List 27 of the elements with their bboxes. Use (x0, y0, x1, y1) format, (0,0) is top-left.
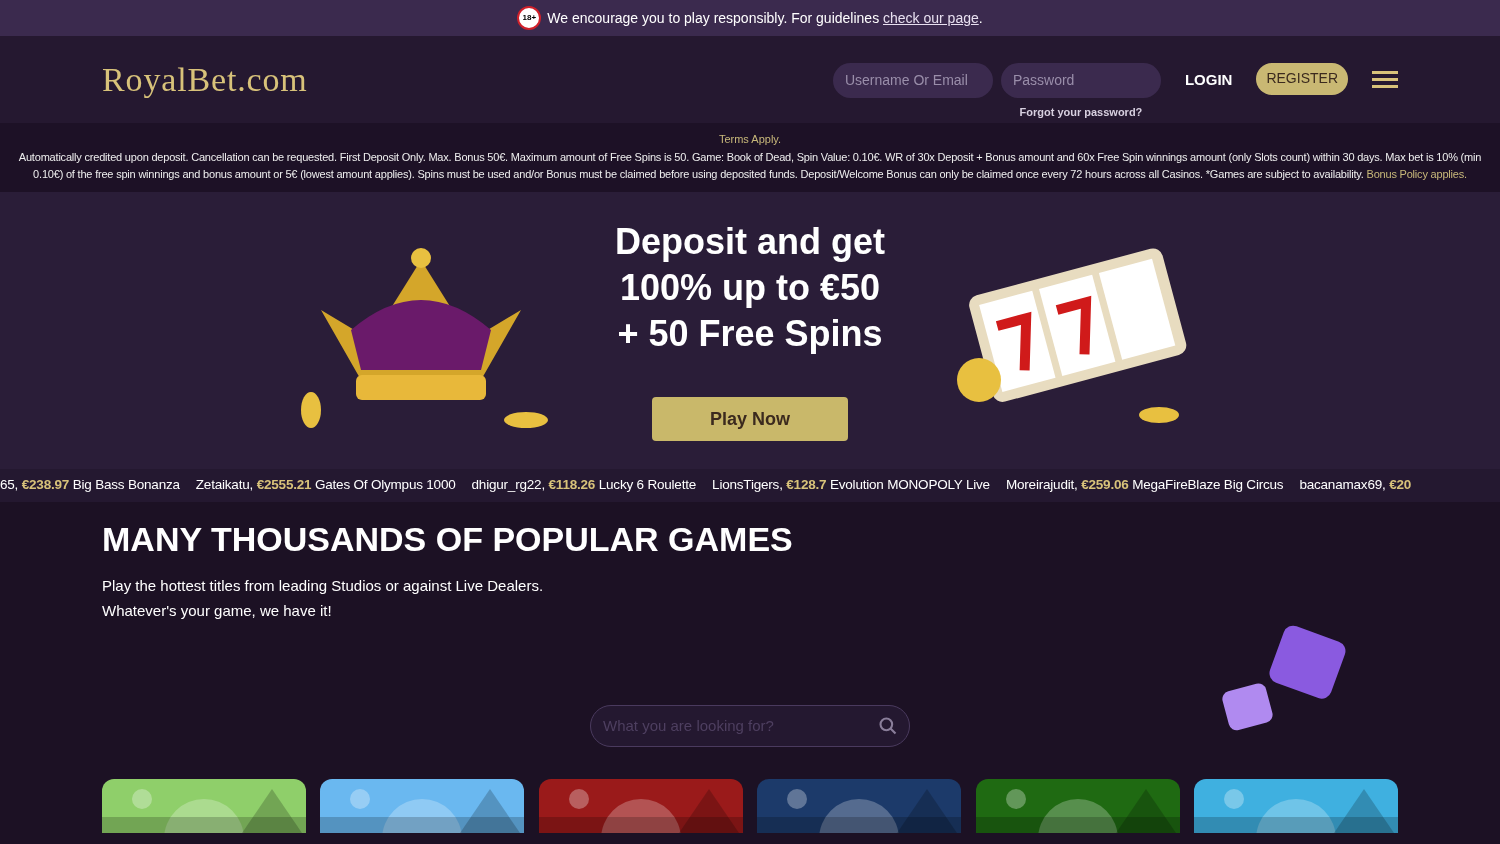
terms-text: Automatically credited upon deposit. Cancellation can be requested. First Deposit Only. Max. Bonus 50€. Maximum amount of Free Spins is 50. Game: Book of Dead, Spin Value: 0.10€. WR of 30x Deposit + Bonus amount and 60x Free Spin winnings amount (only Slots count) within 30 days. Max bet is 10% (min 0.10€) of the free spin winnings and bonus amount or 5€ (lowest amount applies). Spins must be used and/or Bonus must be claimed before using deposited funds. Deposit/Welcome Bonus can only be claimed once every 72 hours across all Casinos. *Games are subject to availability. Bonus Policy applies. (17, 149, 1483, 182)
winner-ticker-item: Zetaikatu, €2555.21 Gates Of Olympus 1000 (195, 475, 456, 494)
section-subtitle: Play the hottest titles from leading Studios or against Live Dealers. (102, 575, 545, 596)
login-button[interactable]: LOGIN (1168, 62, 1249, 98)
register-button[interactable]: REGISTER (1256, 62, 1348, 95)
search-icon[interactable] (878, 715, 898, 736)
notice-text: We encourage you to play responsibly. For guidelines check our page. (547, 8, 983, 28)
play-now-button[interactable]: Play Now (652, 397, 848, 441)
logo[interactable]: RoyalBet.com (102, 54, 308, 105)
promo-headline: Deposit and get (615, 220, 885, 264)
winner-ticker-item: LionsTigers, €128.7 Evolution MONOPOLY Live (712, 475, 990, 494)
username-field[interactable]: Username Or Email (832, 62, 993, 98)
winner-ticker-item: Moreirajudit, €259.06 MegaFireBlaze Big Circus (1005, 475, 1284, 494)
winner-ticker-item: bacanamax69, €20 (1299, 475, 1412, 494)
terms-title: Terms Apply. (717, 132, 783, 147)
guidelines-link[interactable]: check our page (883, 9, 979, 26)
winner-ticker-item: 65, €238.97 Big Bass Bonanza (0, 475, 180, 494)
promo-headline: 100% up to €50 (619, 266, 881, 310)
winner-ticker-item: dhigur_rg22, €118.26 Lucky 6 Roulette (471, 475, 697, 494)
menu-icon[interactable] (1372, 70, 1398, 89)
promo-headline: + 50 Free Spins (617, 312, 883, 356)
age-badge: 18+ (517, 6, 542, 30)
password-field[interactable]: Password (1000, 62, 1161, 98)
section-title: MANY THOUSANDS OF POPULAR GAMES (102, 518, 794, 560)
forgot-password-link[interactable]: Forgot your password? (1019, 103, 1143, 121)
bonus-policy-link[interactable]: Bonus Policy applies. (1366, 168, 1467, 180)
section-subtitle: Whatever's your game, we have it! (102, 600, 333, 621)
